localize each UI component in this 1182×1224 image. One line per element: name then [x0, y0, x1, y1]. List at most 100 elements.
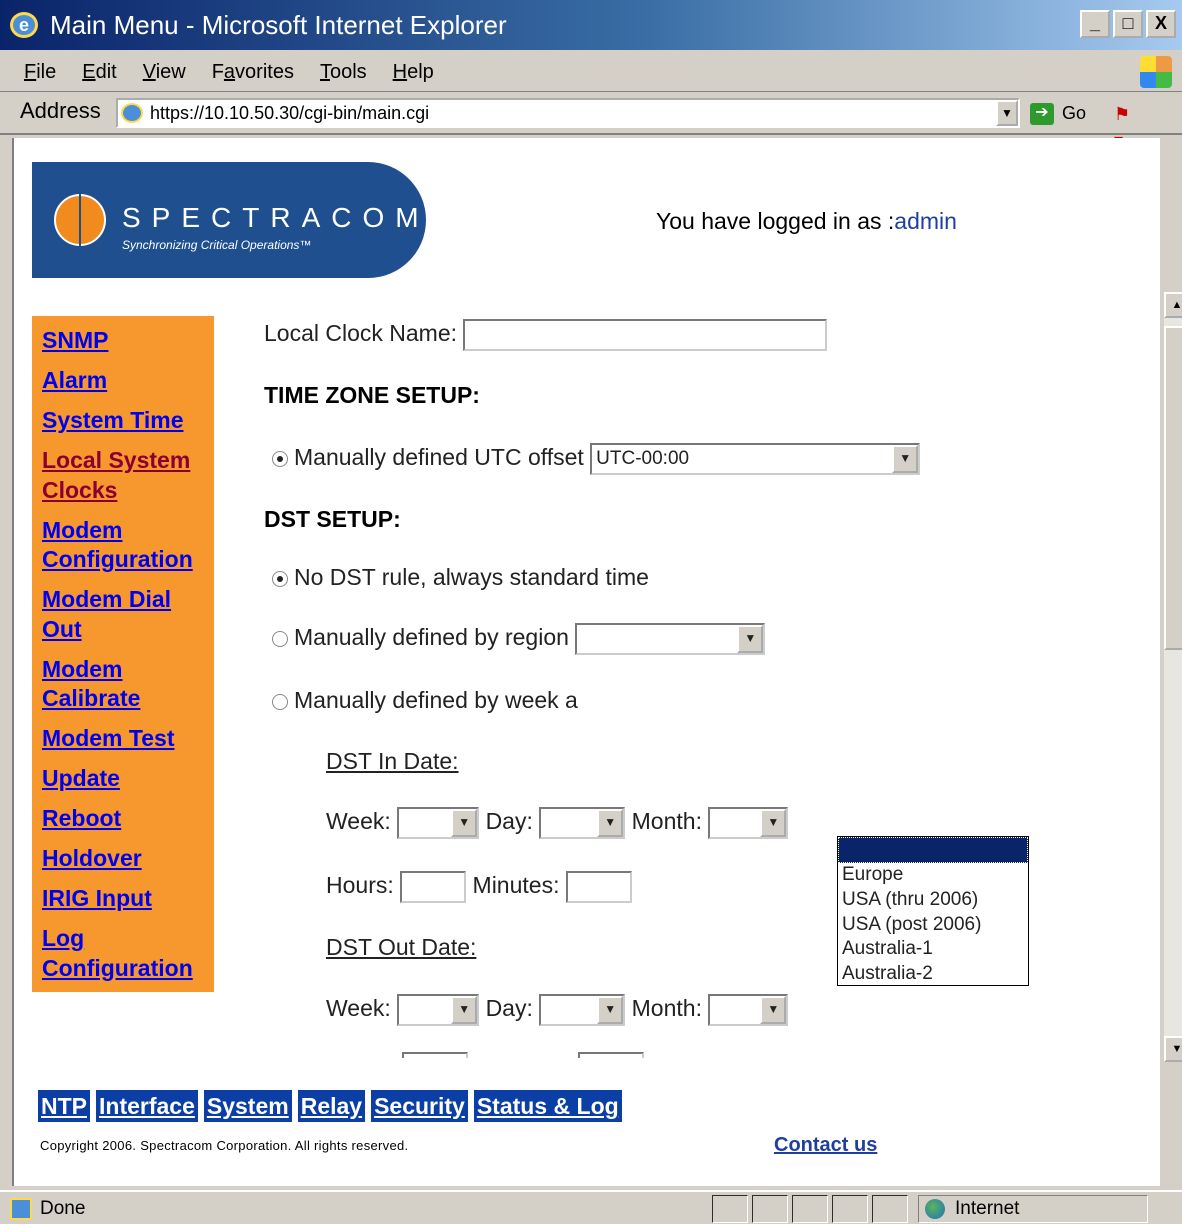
region-option[interactable]: USA (thru 2006)	[838, 888, 1028, 913]
dst-out-hours-input[interactable]	[402, 1052, 468, 1058]
window-controls: _ □ X	[1080, 10, 1176, 38]
scroll-thumb[interactable]	[1164, 326, 1182, 650]
menu-bar: File Edit View Favorites Tools Help	[0, 52, 1182, 92]
clock-name-row: Local Clock Name:	[264, 319, 828, 351]
sidebar-item-local-system-clocks[interactable]: Local System Clocks	[42, 446, 214, 505]
dst-region-radio[interactable]	[272, 631, 288, 647]
nav-ntp[interactable]: NTP	[38, 1090, 90, 1122]
nav-system[interactable]: System	[203, 1090, 292, 1122]
status-cells	[712, 1195, 908, 1223]
menu-view-rest: iew	[155, 61, 186, 83]
contact-link[interactable]: Contact us	[774, 1134, 877, 1157]
dst-in-minutes-input[interactable]	[565, 871, 632, 903]
dst-out-week-select[interactable]: ▼	[397, 994, 480, 1026]
menu-file[interactable]: File	[24, 52, 56, 91]
menu-view[interactable]: View	[143, 52, 186, 91]
config-form: Local Clock Name: TIME ZONE SETUP: Manua…	[264, 316, 1144, 1058]
menu-favorites[interactable]: Favorites	[212, 52, 294, 91]
dst-in-label: DST In Date:	[326, 748, 459, 774]
window-titlebar: e Main Menu - Microsoft Internet Explore…	[0, 0, 1182, 50]
status-done: Done	[10, 1196, 85, 1222]
dst-none-label: No DST rule, always standard time	[294, 564, 649, 590]
chevron-down-icon: ▼	[892, 445, 919, 473]
globe-icon	[925, 1199, 945, 1219]
content-scrollbar[interactable]: ▲ ▼	[1164, 292, 1182, 1062]
scroll-up-icon[interactable]: ▲	[1164, 292, 1182, 318]
nav-interface[interactable]: Interface	[96, 1090, 198, 1122]
region-option[interactable]: Australia-2	[838, 962, 1028, 987]
sidebar-item-modem-dial-out[interactable]: Modem Dial Out	[42, 585, 214, 644]
utc-offset-value: UTC-00:00	[596, 448, 690, 469]
chevron-down-icon: ▼	[760, 809, 787, 837]
dst-in-month-select[interactable]: ▼	[708, 807, 789, 839]
menu-help[interactable]: Help	[393, 52, 434, 91]
menu-file-rest: ile	[36, 61, 57, 83]
login-status: You have logged in as :admin	[656, 208, 957, 235]
sidebar-item-snmp[interactable]: SNMP	[42, 326, 214, 356]
zone-text: Internet	[955, 1198, 1020, 1219]
utc-offset-select[interactable]: UTC-00:00 ▼	[590, 443, 921, 475]
copyright-text: Copyright 2006. Spectracom Corporation. …	[40, 1138, 409, 1153]
nav-security[interactable]: Security	[371, 1090, 468, 1122]
region-option[interactable]: USA (post 2006)	[838, 913, 1028, 938]
sidebar-item-modem-configuration[interactable]: Modem Configuration	[42, 516, 214, 575]
sidebar-item-reboot[interactable]: Reboot	[42, 804, 214, 834]
sidebar-item-system-time[interactable]: System Time	[42, 406, 214, 436]
sidebar-item-log-configuration[interactable]: Log Configuration	[42, 924, 214, 983]
nav-relay[interactable]: Relay	[297, 1090, 366, 1122]
dst-in-day-select[interactable]: ▼	[539, 807, 626, 839]
ie-logo-icon: e	[10, 12, 38, 38]
page-icon	[121, 103, 143, 123]
region-option[interactable]: Australia-1	[838, 937, 1028, 962]
dst-week-radio[interactable]	[272, 693, 288, 710]
sidebar-item-modem-test[interactable]: Modem Test	[42, 724, 214, 754]
menu-favorites-rest: vorites	[235, 61, 294, 83]
dst-in-date-row: Week: ▼ Day: ▼ Month: ▼	[326, 807, 789, 839]
sidebar-item-alarm[interactable]: Alarm	[42, 366, 214, 396]
region-dropdown-list: Europe USA (thru 2006) USA (post 2006) A…	[837, 836, 1029, 986]
dst-region-select[interactable]: ▼	[575, 623, 766, 655]
dst-in-hours-input[interactable]	[400, 871, 467, 903]
logo-text: SPECTRACOM	[122, 202, 426, 233]
go-button[interactable]: ➔ Go	[1030, 98, 1092, 130]
dst-out-day-select[interactable]: ▼	[539, 994, 626, 1026]
nav-status-log[interactable]: Status & Log	[473, 1090, 622, 1122]
dst-in-week-select[interactable]: ▼	[397, 807, 480, 839]
week-label: Week:	[326, 808, 391, 835]
menu-tools-rest: ools	[329, 61, 367, 83]
address-dropdown-arrow-icon[interactable]: ▼	[996, 100, 1018, 126]
status-cell	[872, 1195, 908, 1223]
region-option[interactable]	[838, 837, 1028, 863]
dst-none-radio[interactable]	[272, 570, 288, 587]
clock-name-input[interactable]	[463, 319, 828, 351]
close-button[interactable]: X	[1146, 10, 1176, 38]
dst-region-label: Manually defined by region	[294, 624, 569, 651]
spectracom-logo: SPECTRACOM Synchronizing Critical Operat…	[32, 162, 426, 278]
menu-edit[interactable]: Edit	[82, 52, 116, 91]
address-input[interactable]: https://10.10.50.30/cgi-bin/main.cgi ▼	[116, 98, 1020, 128]
dst-in-time-row: Hours: Minutes:	[326, 871, 632, 903]
utc-offset-row: Manually defined UTC offset UTC-00:00 ▼	[272, 443, 921, 475]
dst-week-label: Manually defined by week a	[294, 687, 578, 713]
dst-out-month-select[interactable]: ▼	[708, 994, 789, 1026]
maximize-button[interactable]: □	[1113, 10, 1143, 38]
scroll-down-icon[interactable]: ▼	[1164, 1036, 1182, 1062]
dst-week-row: Manually defined by week a	[272, 687, 578, 714]
sidebar-item-update[interactable]: Update	[42, 764, 214, 794]
region-option[interactable]: Europe	[838, 863, 1028, 888]
dst-out-minutes-input[interactable]	[578, 1052, 645, 1058]
chevron-down-icon: ▼	[597, 996, 624, 1024]
pdf-toolbar-icon[interactable]: ⚑ ▾	[1114, 101, 1142, 150]
sidebar-item-irig-input[interactable]: IRIG Input	[42, 884, 214, 914]
sidebar-item-modem-calibrate[interactable]: Modem Calibrate	[42, 655, 214, 714]
utc-offset-radio[interactable]	[272, 451, 288, 467]
dst-region-row: Manually defined by region ▼	[272, 623, 766, 655]
month-label: Month:	[631, 995, 702, 1022]
sidebar-item-holdover[interactable]: Holdover	[42, 844, 214, 874]
menu-tools[interactable]: Tools	[320, 52, 367, 91]
page-status-icon	[10, 1198, 32, 1220]
status-cell	[752, 1195, 788, 1223]
minimize-button[interactable]: _	[1080, 10, 1110, 38]
dst-out-date-row: Week: ▼ Day: ▼ Month: ▼	[326, 994, 789, 1026]
status-cell	[712, 1195, 748, 1223]
